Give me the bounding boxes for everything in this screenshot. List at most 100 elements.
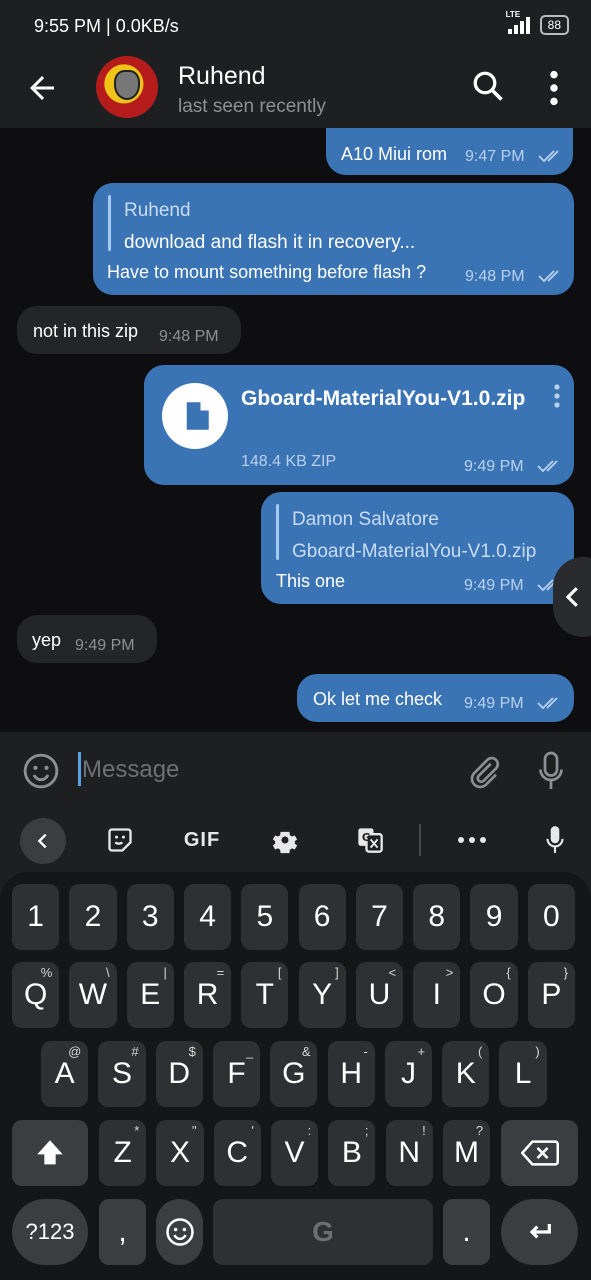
avatar[interactable]: [96, 56, 158, 118]
shift-key[interactable]: [12, 1120, 88, 1186]
translate-icon: G: [358, 828, 383, 853]
key-4[interactable]: 4: [183, 884, 232, 950]
period-key[interactable]: .: [443, 1199, 490, 1265]
key-j[interactable]: J +: [384, 1041, 433, 1107]
key-n[interactable]: N!: [385, 1120, 433, 1186]
emoji-key[interactable]: [156, 1199, 203, 1265]
more-options-button[interactable]: [452, 818, 492, 862]
file-icon[interactable]: [162, 383, 228, 449]
key-s[interactable]: S #: [98, 1041, 146, 1107]
key-1[interactable]: 1: [12, 884, 60, 950]
key-label: C: [226, 1136, 249, 1169]
key-6[interactable]: 6: [298, 884, 346, 950]
side-panel-toggle[interactable]: [553, 557, 591, 637]
key-secondary-symbol: ;: [364, 1123, 369, 1138]
toolbar-collapse-button[interactable]: [20, 818, 66, 864]
key-label: N: [398, 1136, 420, 1169]
gear-icon: [272, 831, 298, 854]
key-3[interactable]: 3: [126, 884, 174, 950]
voice-input-button[interactable]: [537, 818, 573, 862]
message-bubble-outgoing[interactable]: Ruhend download and flash it in recovery…: [93, 183, 574, 295]
file-message-bubble[interactable]: Gboard-MaterialYou-V1.0.zip 148.4 KB ZIP…: [144, 365, 574, 485]
reply-sender: Damon Salvatore: [292, 509, 439, 530]
message-bubble-outgoing[interactable]: Ok let me check 9:49 PM: [297, 674, 574, 722]
key-i[interactable]: I >: [413, 962, 461, 1028]
key-v[interactable]: V:: [270, 1120, 319, 1186]
more-vert-icon[interactable]: [553, 383, 561, 409]
gif-button[interactable]: GIF: [176, 818, 228, 862]
key-label: D: [168, 1057, 191, 1090]
double-check-icon: [537, 697, 558, 710]
emoji-icon[interactable]: [22, 752, 60, 790]
key-t[interactable]: T[: [241, 962, 289, 1028]
key-h[interactable]: H-: [327, 1041, 375, 1107]
key-b[interactable]: B;: [328, 1120, 376, 1186]
key-r[interactable]: R =: [183, 962, 232, 1028]
key-y[interactable]: Y]: [298, 962, 346, 1028]
message-text: This one: [276, 571, 346, 591]
key-label: E: [140, 978, 161, 1011]
key-label: 9: [485, 900, 503, 933]
key-secondary-symbol: \: [105, 965, 110, 980]
key-secondary-symbol: =: [216, 965, 225, 980]
key-e[interactable]: E |: [126, 962, 174, 1028]
key-q[interactable]: Q%: [12, 962, 60, 1028]
key-secondary-symbol: <: [388, 965, 397, 980]
translate-button[interactable]: G: [350, 818, 390, 862]
paperclip-icon[interactable]: [466, 752, 502, 792]
space-key[interactable]: G: [213, 1199, 433, 1265]
key-2[interactable]: 2: [69, 884, 117, 950]
message-bubble-incoming[interactable]: yep 9:49 PM: [17, 615, 157, 663]
chevron-left-icon: [37, 833, 47, 849]
key-secondary-symbol: :: [307, 1123, 312, 1138]
key-p[interactable]: P}: [527, 962, 575, 1028]
key-d[interactable]: D $: [155, 1041, 203, 1107]
key-secondary-symbol: &: [301, 1044, 311, 1059]
key-u[interactable]: U <: [355, 962, 404, 1028]
backspace-key[interactable]: [501, 1120, 578, 1186]
key-label: W: [78, 978, 108, 1011]
message-time: 9:49 PM: [464, 695, 524, 712]
message-bubble-incoming[interactable]: not in this zip 9:48 PM: [17, 306, 241, 354]
comma-key[interactable]: ,: [99, 1199, 146, 1265]
settings-button[interactable]: [265, 818, 305, 862]
key-x[interactable]: X ": [156, 1120, 204, 1186]
key-g[interactable]: G &: [270, 1041, 318, 1107]
key-secondary-symbol: {: [506, 965, 511, 980]
key-l[interactable]: L): [499, 1041, 547, 1107]
message-bubble-outgoing[interactable]: A10 Miui rom 9:47 PM: [326, 128, 573, 175]
key-0[interactable]: 0: [527, 884, 575, 950]
key-label: 1: [27, 900, 44, 933]
key-w[interactable]: W \: [69, 962, 117, 1028]
more-vert-icon[interactable]: [540, 68, 568, 108]
arrow-left-icon[interactable]: [24, 70, 60, 106]
message-bubble-outgoing[interactable]: Damon Salvatore Gboard-MaterialYou-V1.0.…: [261, 492, 574, 604]
chat-title[interactable]: Ruhend: [178, 62, 266, 91]
key-label: I: [432, 978, 441, 1011]
key-secondary-symbol: ): [535, 1044, 540, 1059]
key-a[interactable]: A @: [41, 1041, 89, 1107]
symbols-key[interactable]: ?123: [12, 1199, 88, 1265]
key-o[interactable]: O{: [470, 962, 518, 1028]
mic-icon[interactable]: [536, 750, 566, 792]
search-icon[interactable]: [470, 68, 506, 104]
key-label: X: [169, 1136, 190, 1169]
sticker-button[interactable]: [100, 818, 140, 862]
key-k[interactable]: K(: [442, 1041, 490, 1107]
message-list[interactable]: A10 Miui rom 9:47 PM Ruhend download and…: [0, 128, 591, 732]
key-9[interactable]: 9: [470, 884, 518, 950]
key-m[interactable]: M?: [442, 1120, 491, 1186]
enter-key[interactable]: [501, 1199, 578, 1265]
key-label: T: [255, 978, 274, 1011]
network-type: LTE: [505, 10, 521, 19]
key-label: F: [227, 1057, 246, 1090]
message-input[interactable]: [82, 750, 442, 790]
key-f[interactable]: F _: [212, 1041, 261, 1107]
key-label: Y: [312, 978, 333, 1011]
key-5[interactable]: 5: [241, 884, 289, 950]
key-8[interactable]: 8: [413, 884, 461, 950]
key-z[interactable]: Z *: [99, 1120, 147, 1186]
key-c[interactable]: C ': [213, 1120, 261, 1186]
file-name[interactable]: Gboard-MaterialYou-V1.0.zip: [241, 385, 537, 413]
key-7[interactable]: 7: [355, 884, 404, 950]
